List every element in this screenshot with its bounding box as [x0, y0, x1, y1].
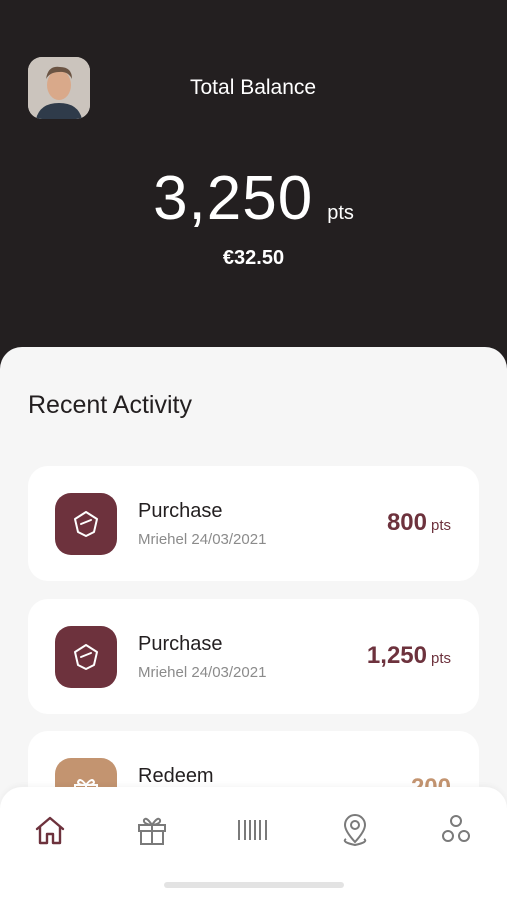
balance-header: Total Balance 3,250 pts €32.50 [0, 0, 507, 380]
points-value: 3,250 [153, 164, 314, 233]
activity-type: Purchase [138, 500, 223, 522]
barcode-icon[interactable] [233, 810, 273, 850]
user-photo [28, 57, 90, 119]
points-unit: pts [430, 517, 451, 534]
gift-icon[interactable] [132, 810, 172, 850]
activity-subtitle: Mriehel 24/03/2021 [138, 664, 267, 681]
activity-type: Redeem [138, 765, 214, 787]
more-icon[interactable] [436, 810, 476, 850]
points-amount: 800 [386, 509, 427, 536]
activity-subtitle: Mriehel 24/03/2021 [138, 531, 267, 548]
points-unit: pts [430, 650, 451, 667]
page-title: Total Balance [190, 76, 317, 99]
activity-type: Purchase [138, 633, 223, 655]
euro-balance: €32.50 [222, 247, 285, 269]
section-title: Recent Activity [28, 391, 192, 419]
activity-points: 1,250 pts [367, 642, 451, 670]
activity-card[interactable]: Purchase Mriehel 24/03/2021 800 pts [28, 466, 479, 581]
activity-card[interactable]: Purchase Mriehel 24/03/2021 1,250 pts [28, 599, 479, 714]
bottom-tab-bar [0, 787, 507, 900]
points-amount: 1,250 [366, 642, 427, 669]
points-balance: 3,250 pts [0, 163, 507, 234]
points-unit: pts [327, 202, 354, 224]
location-pin-icon[interactable] [335, 810, 375, 850]
home-indicator [164, 882, 344, 888]
avatar[interactable] [28, 57, 90, 119]
tag-icon [55, 626, 117, 688]
tag-icon [55, 493, 117, 555]
activity-points: 800 pts [387, 509, 451, 537]
home-icon[interactable] [30, 810, 70, 850]
